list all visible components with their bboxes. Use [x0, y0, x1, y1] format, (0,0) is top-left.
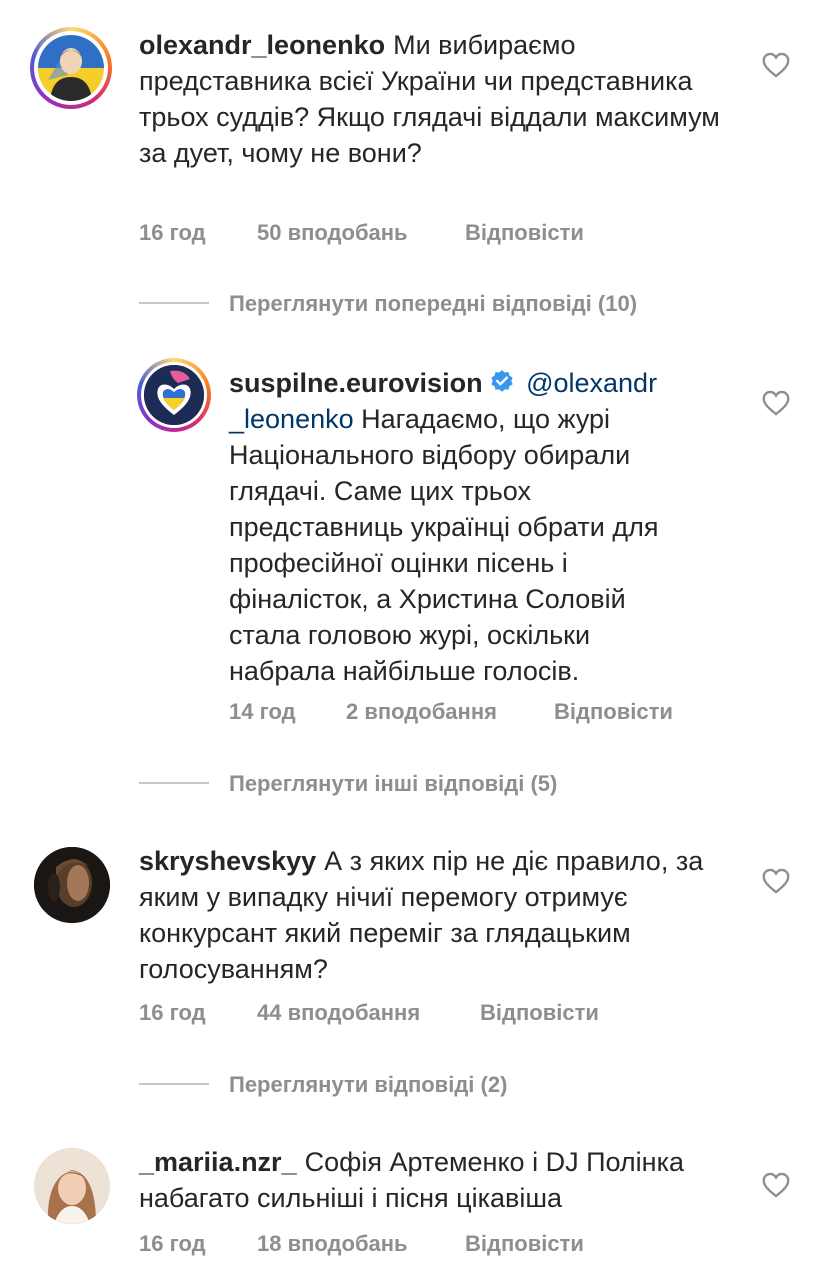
comment-text: suspilne.eurovision @olexandr _leonenko … [229, 365, 699, 689]
reply-button[interactable]: Відповісти [554, 699, 673, 725]
avatar[interactable] [137, 358, 211, 432]
timestamp: 16 год [139, 1000, 206, 1025]
likes-count[interactable]: 44 вподобання [257, 1000, 420, 1026]
view-other-replies[interactable]: Переглянути інші відповіді (5) [229, 771, 557, 797]
avatar[interactable] [30, 27, 112, 109]
timestamp: 14 год [229, 699, 296, 724]
comment-body: Нагадаємо, що журі Національного відбору… [229, 404, 659, 686]
reply-button[interactable]: Відповісти [480, 1000, 599, 1026]
avatar-image [144, 365, 204, 425]
username[interactable]: olexandr_leonenko [139, 30, 385, 60]
timestamp: 16 год [139, 220, 206, 245]
username[interactable]: skryshevskyy [139, 846, 316, 876]
verified-badge-icon [490, 370, 513, 392]
avatar-image [38, 35, 104, 101]
avatar[interactable] [34, 847, 110, 923]
likes-count[interactable]: 18 вподобань [257, 1231, 408, 1257]
view-previous-replies[interactable]: Переглянути попередні відповіді (10) [229, 291, 637, 317]
view-replies[interactable]: Переглянути відповіді (2) [229, 1072, 507, 1098]
avatar-image [34, 847, 110, 923]
heart-icon[interactable] [762, 390, 790, 416]
avatar[interactable] [34, 1148, 110, 1224]
reply-button[interactable]: Відповісти [465, 220, 584, 246]
divider [139, 1083, 209, 1085]
username[interactable]: _mariia.nzr_ [139, 1147, 297, 1177]
timestamp: 16 год [139, 1231, 206, 1256]
likes-count[interactable]: 2 вподобання [346, 699, 497, 725]
heart-icon[interactable] [762, 1172, 790, 1198]
heart-icon[interactable] [762, 52, 790, 78]
comment-text: _mariia.nzr_ Софія Артеменко і DJ Полінка… [139, 1144, 739, 1216]
heart-icon[interactable] [762, 868, 790, 894]
avatar-image [34, 1148, 110, 1224]
divider [139, 782, 209, 784]
username[interactable]: suspilne.eurovision [229, 368, 483, 398]
divider [139, 302, 209, 304]
likes-count[interactable]: 50 вподобань [257, 220, 408, 246]
comment-text: skryshevskyy А з яких пір не діє правило,… [139, 843, 739, 987]
comment-text: olexandr_leonenko Ми вибираємо представни… [139, 27, 739, 171]
reply-button[interactable]: Відповісти [465, 1231, 584, 1257]
